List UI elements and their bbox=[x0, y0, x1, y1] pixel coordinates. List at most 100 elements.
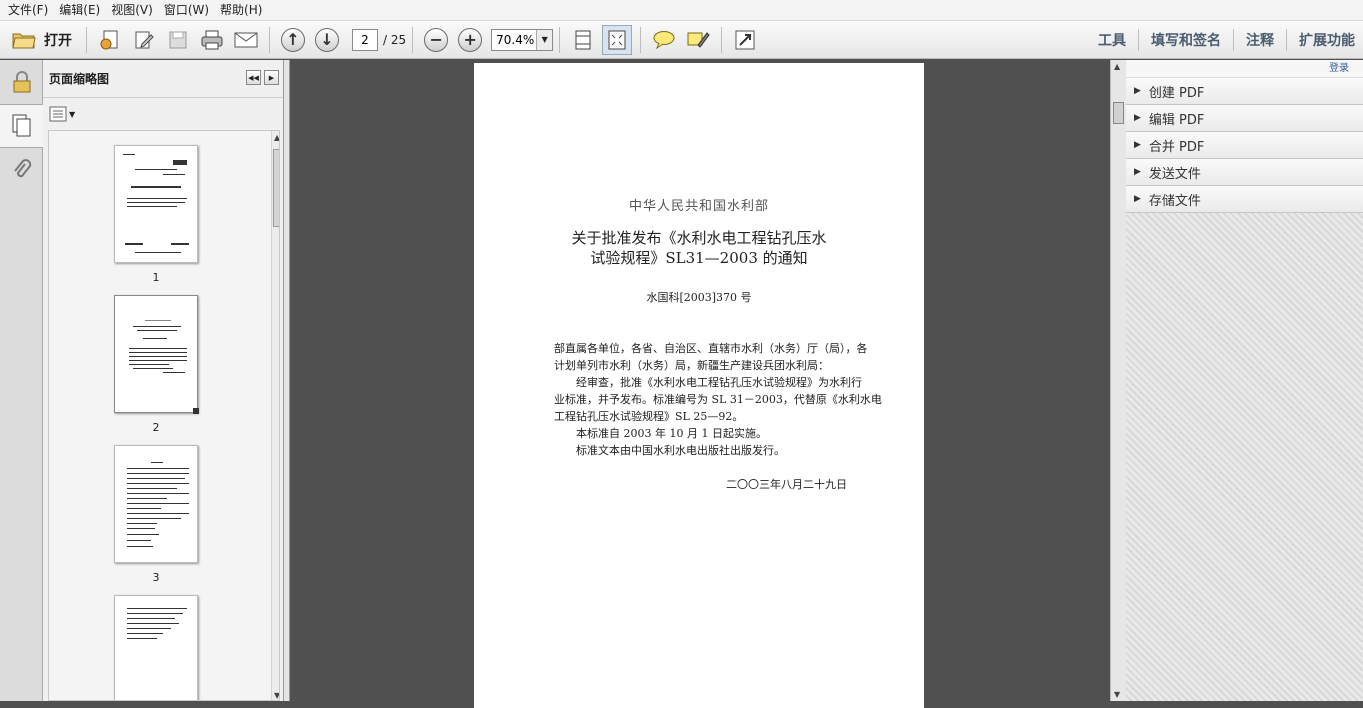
options-menu-button[interactable]: ▼ bbox=[49, 106, 75, 122]
page-number-input[interactable] bbox=[352, 28, 378, 51]
edit-pdf-label: 编辑 PDF bbox=[1148, 112, 1205, 128]
options-icon bbox=[49, 106, 67, 122]
envelope-icon bbox=[234, 32, 258, 47]
zoom-select[interactable]: ▼ bbox=[491, 28, 554, 51]
store-file-item[interactable]: ▶ 存储文件 bbox=[1126, 186, 1363, 213]
expand-panel-icon[interactable]: ▶ bbox=[264, 70, 279, 85]
store-file-label: 存储文件 bbox=[1148, 193, 1201, 209]
create-pdf-button[interactable] bbox=[95, 25, 125, 55]
paperclip-icon bbox=[13, 159, 31, 178]
printer-icon bbox=[201, 30, 223, 49]
next-page-button[interactable]: ↓ bbox=[312, 25, 342, 55]
triangle-right-icon: ▶ bbox=[1134, 86, 1141, 96]
notice-title-line-2: 试验规程》SL31—2003 的通知 bbox=[590, 249, 808, 267]
triangle-right-icon: ▶ bbox=[1134, 113, 1141, 123]
thumbnail-page-4[interactable] bbox=[114, 595, 198, 700]
tasks-panel: 登录 ▶ 创建 PDF ▶ 编辑 PDF ▶ 合并 PDF ▶ 发送文件 ▶ 存储文件 bbox=[1126, 60, 1363, 701]
main-toolbar: 打开 ↑ ↓ / 25 − + ▼ 工具 填写和签名 注释 扩展功能 bbox=[0, 21, 1363, 59]
thumbnail-scrollbar[interactable]: ▲ ▼ bbox=[271, 131, 279, 700]
thumbnail-options: ▼ bbox=[43, 98, 283, 130]
thumbnail-label: 1 bbox=[152, 271, 160, 284]
toolbar-divider bbox=[721, 26, 723, 53]
menu-window[interactable]: 窗口(W) bbox=[160, 0, 216, 21]
zoom-in-button[interactable]: + bbox=[455, 25, 485, 55]
body-line: 计划单列市水利（水务）局，新疆生产建设兵团水利局： bbox=[554, 359, 829, 372]
toolbar-divider bbox=[269, 26, 270, 53]
chevron-down-icon[interactable]: ▼ bbox=[536, 29, 553, 50]
navigation-strip bbox=[0, 60, 44, 701]
document-viewport: 中华人民共和国水利部 关于批准发布《水利水电工程钻孔压水 试验规程》SL31—2… bbox=[290, 60, 1110, 708]
create-pdf-icon bbox=[100, 30, 118, 49]
combine-pdf-label: 合并 PDF bbox=[1148, 139, 1205, 155]
menu-view[interactable]: 视图(V) bbox=[107, 0, 160, 21]
panel-header: 页面缩略图 ◀◀ ▶ bbox=[43, 60, 283, 98]
expand-icon bbox=[735, 30, 755, 49]
save-icon bbox=[169, 31, 187, 48]
body-line: 标准文本由中国水利水电出版社出版发行。 bbox=[576, 444, 785, 457]
security-button[interactable] bbox=[0, 60, 43, 104]
toolbar-divider bbox=[559, 26, 561, 53]
body-line: 经审查，批准《水利水电工程钻孔压水试验规程》为水利行 bbox=[576, 376, 862, 389]
page-thumbnails-panel: 页面缩略图 ◀◀ ▶ ▼ 1 2 3 ▲ ▼ bbox=[43, 60, 284, 701]
menu-edit[interactable]: 编辑(E) bbox=[55, 0, 107, 21]
scrollbar-thumb[interactable] bbox=[273, 149, 279, 227]
body-line: 业标准，并予发布。标准编号为 SL 31－2003，代替原《水利水电 bbox=[554, 393, 882, 406]
previous-page-button[interactable]: ↑ bbox=[278, 25, 308, 55]
zoom-out-button[interactable]: − bbox=[421, 25, 451, 55]
panel-title: 页面缩略图 bbox=[49, 72, 110, 86]
attachments-button[interactable] bbox=[0, 148, 43, 192]
toolbar-divider bbox=[412, 26, 414, 53]
login-link[interactable]: 登录 bbox=[1126, 60, 1363, 78]
speech-bubble-icon bbox=[653, 30, 675, 49]
thumbnail-page-2[interactable] bbox=[114, 295, 199, 414]
body-line: 工程钻孔压水试验规程》SL 25—92。 bbox=[554, 410, 744, 423]
scroll-down-icon[interactable]: ▼ bbox=[1114, 690, 1120, 699]
highlight-button[interactable] bbox=[683, 25, 713, 55]
page-scroll-icon bbox=[575, 30, 591, 49]
fit-page-icon bbox=[608, 30, 626, 49]
thumbnail-page-1[interactable] bbox=[114, 145, 198, 263]
thumbnail-page-3[interactable] bbox=[114, 445, 198, 563]
extended-link[interactable]: 扩展功能 bbox=[1287, 30, 1363, 50]
full-screen-button[interactable] bbox=[730, 25, 760, 55]
open-button[interactable]: 打开 bbox=[6, 25, 78, 55]
ministry-heading: 中华人民共和国水利部 bbox=[628, 199, 769, 214]
comment-button[interactable] bbox=[649, 25, 679, 55]
combine-pdf-item[interactable]: ▶ 合并 PDF bbox=[1126, 132, 1363, 159]
zoom-input[interactable] bbox=[492, 32, 537, 47]
body-line: 本标准自 2003 年 10 月 1 日起实施。 bbox=[576, 427, 767, 440]
scroll-mode-button[interactable] bbox=[568, 25, 598, 55]
edit-document-button[interactable] bbox=[129, 25, 159, 55]
folder-icon bbox=[12, 33, 36, 48]
collapse-panel-icon[interactable]: ◀◀ bbox=[246, 70, 261, 85]
comment-link[interactable]: 注释 bbox=[1234, 30, 1286, 50]
menu-file[interactable]: 文件(F) bbox=[4, 0, 55, 21]
scroll-down-icon[interactable]: ▼ bbox=[274, 691, 279, 700]
save-button[interactable] bbox=[163, 25, 193, 55]
scroll-up-icon[interactable]: ▲ bbox=[1114, 62, 1120, 71]
body-line: 部直属各单位，各省、自治区、直辖市水利（水务）厅（局），各 bbox=[554, 342, 868, 355]
document-scrollbar[interactable]: ▲ ▼ bbox=[1110, 60, 1126, 701]
edit-pdf-item[interactable]: ▶ 编辑 PDF bbox=[1126, 105, 1363, 132]
arrow-up-icon: ↑ bbox=[281, 27, 305, 52]
document-date: 二〇〇三年八月二十九日 bbox=[726, 478, 847, 491]
chevron-down-icon: ▼ bbox=[69, 109, 76, 119]
triangle-right-icon: ▶ bbox=[1134, 140, 1141, 150]
thumbnail-list: 1 2 3 ▲ ▼ bbox=[48, 130, 280, 701]
edit-icon bbox=[135, 31, 154, 48]
page-thumbnails-button[interactable] bbox=[0, 104, 44, 148]
fill-sign-link[interactable]: 填写和签名 bbox=[1139, 30, 1233, 50]
fit-page-button[interactable] bbox=[602, 24, 633, 55]
tools-link[interactable]: 工具 bbox=[1086, 30, 1138, 50]
triangle-right-icon: ▶ bbox=[1134, 194, 1141, 204]
email-button[interactable] bbox=[231, 25, 261, 55]
send-file-item[interactable]: ▶ 发送文件 bbox=[1126, 159, 1363, 186]
create-pdf-item[interactable]: ▶ 创建 PDF bbox=[1126, 78, 1363, 105]
menu-help[interactable]: 帮助(H) bbox=[216, 0, 269, 21]
arrow-down-icon: ↓ bbox=[315, 27, 339, 52]
print-button[interactable] bbox=[197, 25, 227, 55]
scrollbar-thumb[interactable] bbox=[1113, 102, 1124, 124]
minus-icon: − bbox=[424, 27, 449, 52]
scroll-up-icon[interactable]: ▲ bbox=[274, 133, 279, 142]
open-label: 打开 bbox=[44, 32, 72, 49]
